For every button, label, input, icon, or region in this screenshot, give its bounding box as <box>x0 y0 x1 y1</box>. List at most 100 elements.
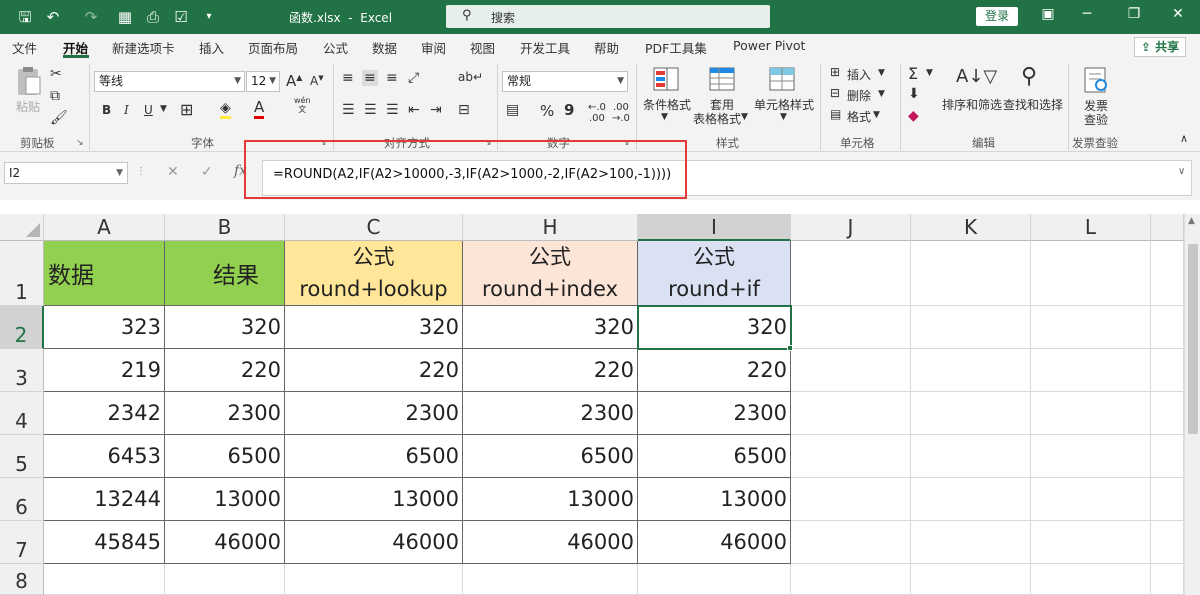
vertical-scrollbar[interactable]: ▲ <box>1184 214 1200 595</box>
empty-cell[interactable] <box>1031 306 1151 349</box>
chevron-down-icon[interactable]: ▼ <box>661 112 668 122</box>
cell-a4[interactable]: 2342 <box>44 392 165 435</box>
cell-a1[interactable]: 数据 <box>44 241 165 306</box>
cell-b5[interactable]: 6500 <box>165 435 285 478</box>
chevron-down-icon[interactable]: ▼ <box>160 104 167 114</box>
comma-button[interactable]: 9 <box>564 101 574 119</box>
align-bottom-icon[interactable]: ≡ <box>386 70 398 86</box>
cell-i1[interactable]: 公式 round+if <box>638 241 791 306</box>
column-header-c[interactable]: C <box>285 214 463 241</box>
column-header-h[interactable]: H <box>463 214 638 241</box>
empty-cell[interactable] <box>1151 521 1184 564</box>
clear-icon[interactable]: ◆ <box>908 108 919 124</box>
empty-cell[interactable] <box>791 349 911 392</box>
row-header-8[interactable]: 8 <box>0 564 44 595</box>
number-format-select[interactable]: 常规 ▼ <box>502 71 628 92</box>
expand-formula-icon[interactable]: ∨ <box>1178 166 1185 177</box>
tab-view[interactable]: 视图 <box>470 38 495 57</box>
cell-h1[interactable]: 公式 round+index <box>463 241 638 306</box>
phonetic-icon[interactable]: wén 文 <box>294 96 311 114</box>
empty-cell[interactable] <box>1031 478 1151 521</box>
accounting-icon[interactable]: ▤ <box>506 102 519 118</box>
empty-cell[interactable] <box>791 306 911 349</box>
find-select-label[interactable]: 查找和选择 <box>1003 96 1063 113</box>
align-top-icon[interactable]: ≡ <box>342 70 354 86</box>
cell-h7[interactable]: 46000 <box>463 521 638 564</box>
wrap-text-icon[interactable]: ab↵ <box>458 70 483 84</box>
tab-page-layout[interactable]: 页面布局 <box>248 38 298 57</box>
cell-c7[interactable]: 46000 <box>285 521 463 564</box>
empty-cell[interactable] <box>791 392 911 435</box>
cell-h6[interactable]: 13000 <box>463 478 638 521</box>
format-painter-icon[interactable]: 🖌 <box>50 110 68 126</box>
empty-cell[interactable] <box>1151 241 1184 306</box>
cell-b4[interactable]: 2300 <box>165 392 285 435</box>
cell-c4[interactable]: 2300 <box>285 392 463 435</box>
decrease-font-icon[interactable]: A▼ <box>310 74 324 88</box>
tab-developer[interactable]: 开发工具 <box>520 38 570 57</box>
cell-i6[interactable]: 13000 <box>638 478 791 521</box>
empty-cell[interactable] <box>1151 306 1184 349</box>
empty-cell[interactable] <box>1151 564 1184 595</box>
decrease-decimal-icon[interactable]: .00 →.0 <box>612 102 630 124</box>
increase-indent-icon[interactable]: ⇥ <box>430 102 442 118</box>
redo-icon[interactable]: ↷ <box>80 7 102 27</box>
font-color-icon[interactable]: A <box>254 98 265 119</box>
tab-power-pivot[interactable]: Power Pivot <box>733 38 805 53</box>
font-size-select[interactable]: 12 ▼ <box>246 71 280 92</box>
customize-toolbar-icon[interactable]: ▾ <box>198 7 220 27</box>
cell-a8[interactable] <box>44 564 165 595</box>
paste-label[interactable]: 粘贴 <box>16 98 40 115</box>
empty-cell[interactable] <box>911 306 1031 349</box>
decrease-indent-icon[interactable]: ⇤ <box>408 102 420 118</box>
empty-cell[interactable] <box>911 564 1031 595</box>
empty-cell[interactable] <box>911 478 1031 521</box>
empty-cell[interactable] <box>1031 241 1151 306</box>
cell-b8[interactable] <box>165 564 285 595</box>
tab-formulas[interactable]: 公式 <box>323 38 348 57</box>
copy-icon[interactable]: ⧉ <box>50 88 60 104</box>
minimize-icon[interactable]: ─ <box>1075 6 1099 22</box>
cell-i5[interactable]: 6500 <box>638 435 791 478</box>
fill-icon[interactable]: ⬇ <box>908 86 920 102</box>
row-header-2[interactable]: 2 <box>0 306 44 349</box>
empty-cell[interactable] <box>1151 349 1184 392</box>
form-icon[interactable]: ▦ <box>114 7 136 27</box>
name-box[interactable]: I2 ▼ <box>4 162 128 184</box>
italic-button[interactable]: I <box>124 103 129 117</box>
align-center-icon[interactable]: ☰ <box>364 102 377 118</box>
row-header-7[interactable]: 7 <box>0 521 44 564</box>
tab-file[interactable]: 文件 <box>12 38 37 57</box>
cell-b1[interactable]: 结果 <box>165 241 285 306</box>
chevron-down-icon[interactable]: ▼ <box>780 112 787 122</box>
cell-h8[interactable] <box>463 564 638 595</box>
enter-icon[interactable]: ✓ <box>201 164 213 180</box>
cell-b2[interactable]: 320 <box>165 306 285 349</box>
cut-icon[interactable]: ✂ <box>50 66 62 82</box>
sort-filter-label[interactable]: 排序和筛选 <box>942 96 1002 113</box>
cell-styles-label[interactable]: 单元格样式 <box>754 96 814 113</box>
percent-button[interactable]: % <box>540 102 554 120</box>
empty-cell[interactable] <box>1151 478 1184 521</box>
cell-a3[interactable]: 219 <box>44 349 165 392</box>
cell-b3[interactable]: 220 <box>165 349 285 392</box>
ribbon-display-icon[interactable]: ▣ <box>1036 6 1060 22</box>
cell-h4[interactable]: 2300 <box>463 392 638 435</box>
empty-cell[interactable] <box>791 241 911 306</box>
delete-cells-icon[interactable]: ⊟ <box>830 86 840 100</box>
row-header-4[interactable]: 4 <box>0 392 44 435</box>
cell-c6[interactable]: 13000 <box>285 478 463 521</box>
search-box[interactable]: ⚲ 搜索 <box>446 5 770 28</box>
empty-cell[interactable] <box>1031 392 1151 435</box>
merge-center-icon[interactable]: ⊟ <box>458 102 470 118</box>
underline-button[interactable]: U <box>144 103 153 117</box>
tab-data[interactable]: 数据 <box>372 38 397 57</box>
column-header-b[interactable]: B <box>165 214 285 241</box>
align-middle-icon[interactable]: ≡ <box>362 70 378 86</box>
cell-c5[interactable]: 6500 <box>285 435 463 478</box>
close-icon[interactable]: ✕ <box>1166 6 1190 22</box>
column-header-k[interactable]: K <box>911 214 1031 241</box>
align-left-icon[interactable]: ☰ <box>342 102 355 118</box>
tab-new[interactable]: 新建选项卡 <box>112 38 175 57</box>
align-right-icon[interactable]: ☰ <box>386 102 399 118</box>
